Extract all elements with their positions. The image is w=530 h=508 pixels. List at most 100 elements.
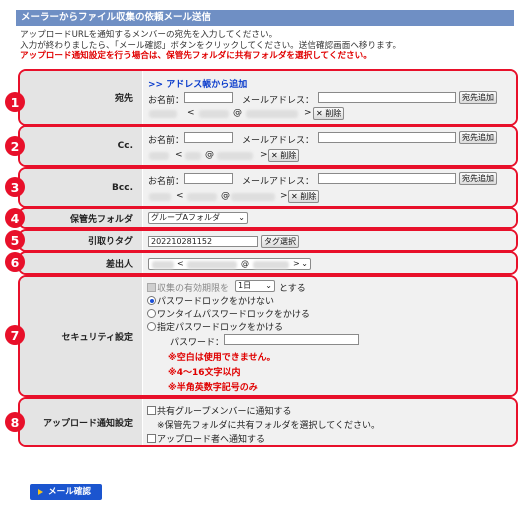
option-onetime-label: ワンタイムパスワードロックをかける	[157, 310, 310, 320]
bcc-recipient-gt: >	[280, 191, 288, 201]
radio-icon[interactable]	[147, 309, 156, 318]
close-icon: ✕	[316, 109, 323, 118]
sender-label: 差出人	[20, 253, 142, 273]
to-recipient-name	[149, 110, 177, 118]
sender-at: @	[241, 259, 249, 268]
to-add-button[interactable]: 宛先追加	[459, 91, 497, 104]
folder-label: 保管先フォルダ	[20, 209, 142, 227]
bcc-row: Bcc. お名前： メールアドレス： 宛先追加 < @ > ✕ 削除	[18, 167, 518, 208]
intro-line-2: 入力が終わりましたら、「メール確認」ボタンをクリックしてください。送信確認画面へ…	[20, 40, 402, 51]
tag-row: 引取りタグ 202210281152 タグ選択	[18, 229, 518, 252]
bcc-recipient-at: @	[221, 191, 230, 201]
password-note-3: ※半角英数字記号のみ	[168, 383, 258, 393]
step-badge-3: 3	[5, 177, 25, 197]
folder-row: 保管先フォルダ グループAフォルダ ⌄	[18, 207, 518, 229]
close-icon: ✕	[291, 192, 298, 201]
bcc-email-label: メールアドレス：	[242, 177, 315, 187]
cc-add-button[interactable]: 宛先追加	[459, 131, 497, 144]
upload-notify-row: アップロード通知設定 共有グループメンバーに通知する ※保管先フォルダに共有フォ…	[18, 397, 518, 447]
mail-confirm-button[interactable]: メール確認	[30, 484, 102, 500]
cc-recipient-user	[185, 152, 201, 160]
bcc-add-button[interactable]: 宛先追加	[459, 172, 497, 185]
sender-lt: <	[177, 259, 184, 268]
to-recipient-domain	[246, 110, 298, 118]
page-title: メーラーからファイル収集の依頼メール送信	[16, 10, 514, 26]
chevron-down-icon: ⌄	[265, 281, 272, 290]
tag-input[interactable]: 202210281152	[148, 236, 258, 247]
option-onetime-password[interactable]: ワンタイムパスワードロックをかける	[147, 307, 310, 320]
bcc-name-input[interactable]	[184, 173, 233, 184]
expiry-select-value: 1日	[238, 281, 252, 290]
to-email-input[interactable]	[318, 92, 456, 103]
bcc-recipient-lt: <	[176, 191, 184, 201]
bcc-delete-button[interactable]: ✕ 削除	[288, 190, 320, 203]
to-recipient-user	[199, 110, 229, 118]
to-row: 宛先 >> アドレス帳から追加 お名前： メールアドレス： 宛先追加 < @ >…	[18, 69, 518, 126]
option-no-password-label: パスワードロックをかけない	[157, 297, 275, 307]
cc-delete-label: 削除	[280, 151, 297, 160]
expiry-suffix: とする	[279, 284, 306, 294]
cc-name-input[interactable]	[184, 132, 233, 143]
bcc-email-input[interactable]	[318, 173, 456, 184]
page: メーラーからファイル収集の依頼メール送信 アップロードURLを通知するメンバーの…	[0, 0, 530, 508]
to-name-label: お名前：	[148, 96, 185, 106]
password-input[interactable]	[224, 334, 359, 345]
cc-row: Cc. お名前： メールアドレス： 宛先追加 < @ > ✕ 削除	[18, 125, 518, 167]
notify-uploader-option[interactable]: アップロード者へ通知する	[147, 432, 265, 445]
bcc-value-area: お名前： メールアドレス： 宛先追加 < @ > ✕ 削除	[143, 169, 516, 206]
folder-select-value: グループAフォルダ	[151, 213, 220, 222]
upload-notify-label: アップロード通知設定	[20, 399, 142, 445]
bcc-name-label: お名前：	[148, 177, 185, 187]
tag-select-button[interactable]: タグ選択	[261, 235, 299, 248]
to-name-input[interactable]	[184, 92, 233, 103]
intro-warning: アップロード通知設定を行う場合は、保管先フォルダに共有フォルダを選択してください…	[20, 51, 372, 61]
to-recipient-at: @	[233, 108, 242, 118]
intro-text: アップロードURLを通知するメンバーの宛先を入力してください。 入力が終わりまし…	[20, 30, 401, 62]
to-recipient-gt: >	[304, 108, 312, 118]
notify-uploader-label: アップロード者へ通知する	[157, 435, 266, 445]
folder-value-area: グループAフォルダ ⌄	[143, 209, 516, 227]
sender-name	[152, 261, 174, 269]
to-delete-button[interactable]: ✕ 削除	[313, 107, 345, 120]
sender-select[interactable]: < @ > ⌄	[148, 258, 311, 270]
cc-label: Cc.	[20, 127, 142, 165]
option-specified-password[interactable]: 指定パスワードロックをかける	[147, 320, 283, 333]
cc-email-input[interactable]	[318, 132, 456, 143]
chevron-down-icon: ⌄	[238, 213, 245, 222]
intro-line-1: アップロードURLを通知するメンバーの宛先を入力してください。	[20, 30, 278, 40]
checkbox-icon[interactable]	[147, 406, 156, 415]
folder-select[interactable]: グループAフォルダ ⌄	[148, 212, 248, 224]
mail-confirm-label: メール確認	[48, 487, 91, 497]
radio-icon[interactable]	[147, 322, 156, 331]
option-no-password[interactable]: パスワードロックをかけない	[147, 294, 274, 307]
cc-recipient-lt: <	[175, 150, 183, 160]
cc-recipient-name	[149, 152, 169, 160]
cc-recipient-gt: >	[260, 150, 268, 160]
close-icon: ✕	[271, 151, 278, 160]
notify-group-option[interactable]: 共有グループメンバーに通知する	[147, 404, 291, 417]
to-email-label: メールアドレス：	[242, 96, 315, 106]
checkbox-icon[interactable]	[147, 434, 156, 443]
step-badge-7: 7	[5, 325, 25, 345]
cc-recipient-at: @	[205, 150, 214, 160]
bcc-label: Bcc.	[20, 169, 142, 206]
bcc-recipient-domain	[231, 193, 275, 201]
password-note-1: ※空白は使用できません。	[168, 353, 276, 363]
expiry-select[interactable]: 1日 ⌄	[235, 280, 275, 292]
cc-delete-button[interactable]: ✕ 削除	[268, 149, 300, 162]
radio-selected-icon[interactable]	[147, 296, 156, 305]
to-value-area: >> アドレス帳から追加 お名前： メールアドレス： 宛先追加 < @ > ✕ …	[143, 71, 516, 124]
cc-value-area: お名前： メールアドレス： 宛先追加 < @ > ✕ 削除	[143, 127, 516, 165]
expiry-checkbox[interactable]	[147, 283, 156, 292]
sender-value-area: < @ > ⌄	[143, 253, 516, 273]
step-badge-5: 5	[5, 230, 25, 250]
step-badge-4: 4	[5, 208, 25, 228]
chevron-down-icon: ⌄	[301, 259, 308, 268]
bcc-recipient-name	[149, 193, 171, 201]
sender-domain	[253, 261, 289, 269]
step-badge-6: 6	[5, 252, 25, 272]
security-value-area: 収集の有効期限を 1日 ⌄ とする パスワードロックをかけない ワンタイムパスワ…	[143, 277, 516, 395]
expiry-prefix: 収集の有効期限を	[157, 284, 230, 294]
security-label: セキュリティ設定	[20, 277, 142, 395]
address-book-link[interactable]: >> アドレス帳から追加	[148, 77, 247, 90]
